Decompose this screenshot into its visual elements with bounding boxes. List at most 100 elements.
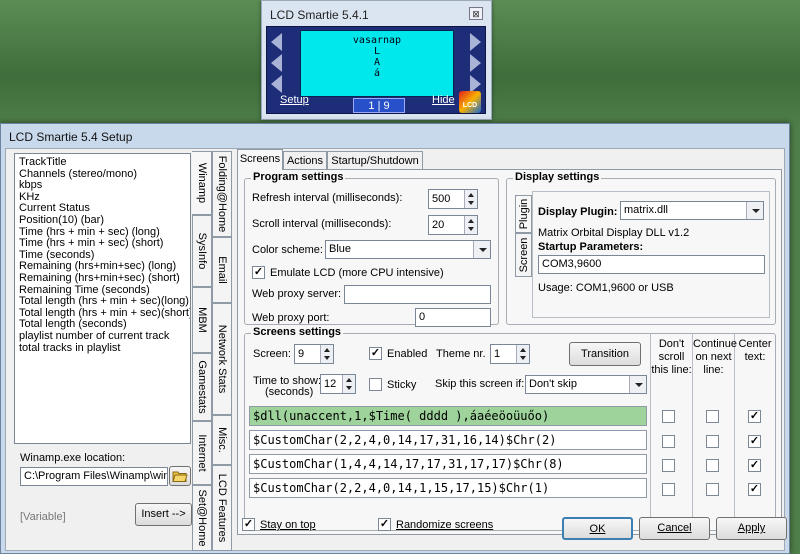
tab-label: Gamestats bbox=[196, 360, 208, 414]
spinner-arrows-icon[interactable] bbox=[516, 345, 529, 363]
screen-line-3[interactable]: $CustomChar(1,4,4,14,17,17,31,17,17)$Chr… bbox=[249, 454, 647, 474]
tab-screen[interactable]: Screen bbox=[515, 233, 532, 277]
usage-hint: Usage: COM1,9600 or USB bbox=[538, 282, 674, 294]
lcd-line: A bbox=[373, 57, 381, 68]
startup-parameters-field[interactable]: COM3,9600 bbox=[538, 255, 765, 274]
chevron-down-icon[interactable] bbox=[746, 202, 763, 219]
list-item[interactable]: Total length (hrs + min + sec)(long) bbox=[19, 296, 190, 308]
screen-line-2[interactable]: $CustomChar(2,2,4,0,14,17,31,16,14)$Chr(… bbox=[249, 430, 647, 450]
sticky-checkbox[interactable] bbox=[369, 378, 382, 391]
spinner-arrows-icon[interactable] bbox=[320, 345, 333, 363]
tab-winamp[interactable]: Winamp bbox=[192, 151, 212, 215]
tab-mbm[interactable]: MBM bbox=[192, 287, 212, 353]
dont-scroll-checkbox[interactable] bbox=[662, 435, 675, 448]
color-scheme-label: Color scheme: bbox=[252, 244, 323, 256]
tab-set-at-home[interactable]: Set@Home bbox=[192, 485, 212, 551]
time-to-show-spinner[interactable]: 12 bbox=[320, 374, 356, 394]
tab-gamestats[interactable]: Gamestats bbox=[192, 353, 212, 421]
dont-scroll-checkbox[interactable] bbox=[662, 410, 675, 423]
list-item[interactable]: TrackTitle bbox=[19, 156, 190, 169]
refresh-interval-label: Refresh interval (milliseconds): bbox=[252, 192, 403, 204]
tab-actions[interactable]: Actions bbox=[283, 151, 327, 170]
winamp-location-label: Winamp.exe location: bbox=[20, 452, 126, 464]
theme-number-spinner[interactable]: 1 bbox=[490, 344, 530, 364]
screen-line-4[interactable]: $CustomChar(2,2,4,0,14,1,15,17,15)$Chr(1… bbox=[249, 478, 647, 498]
tab-label: Screen bbox=[517, 237, 530, 273]
previous-line-icon[interactable] bbox=[271, 54, 282, 72]
list-item[interactable]: Channels (stereo/mono) bbox=[19, 168, 190, 181]
tab-label: Internet bbox=[196, 434, 208, 472]
color-scheme-select[interactable]: Blue bbox=[325, 240, 491, 259]
enabled-checkbox[interactable]: ✓ bbox=[369, 347, 382, 360]
web-proxy-port-field[interactable]: 0 bbox=[415, 308, 491, 327]
continue-next-line-checkbox[interactable] bbox=[706, 483, 719, 496]
list-item[interactable]: Remaining (hrs+min+sec) (short) bbox=[19, 272, 190, 285]
lcd-line: á bbox=[373, 68, 381, 79]
web-proxy-server-field[interactable] bbox=[344, 285, 491, 304]
time-to-show-unit: (seconds) bbox=[265, 386, 314, 398]
stay-on-top-checkbox[interactable]: ✓ bbox=[242, 518, 255, 531]
setup-button[interactable]: Setup bbox=[280, 94, 309, 106]
scroll-interval-label: Scroll interval (milliseconds): bbox=[252, 218, 392, 230]
randomize-screens-checkbox[interactable]: ✓ bbox=[378, 518, 391, 531]
tab-sysinfo[interactable]: SysInfo bbox=[192, 215, 212, 287]
tab-label: Network Stats bbox=[216, 324, 228, 394]
list-item[interactable]: playlist number of current track bbox=[19, 330, 190, 343]
dont-scroll-checkbox[interactable] bbox=[662, 459, 675, 472]
list-item[interactable]: Position(10) (bar) bbox=[19, 214, 190, 227]
next-line-icon[interactable] bbox=[470, 33, 481, 51]
tab-misc[interactable]: Misc. bbox=[212, 415, 232, 465]
cancel-button[interactable]: Cancel bbox=[639, 517, 710, 540]
plugin-description: Matrix Orbital Display DLL v1.2 bbox=[538, 227, 690, 239]
list-item[interactable]: Time (hrs + min + sec) (short) bbox=[19, 238, 190, 250]
previous-line-icon[interactable] bbox=[271, 75, 282, 93]
emulate-lcd-checkbox[interactable]: ✓ bbox=[252, 266, 265, 279]
hide-button[interactable]: Hide bbox=[432, 94, 455, 106]
spinner-arrows-icon[interactable] bbox=[342, 375, 355, 393]
apply-button[interactable]: Apply bbox=[716, 517, 787, 540]
transition-button[interactable]: Transition bbox=[569, 342, 641, 366]
chevron-down-icon[interactable] bbox=[629, 376, 646, 393]
tab-startup-shutdown[interactable]: Startup/Shutdown bbox=[327, 151, 423, 170]
tab-network-stats[interactable]: Network Stats bbox=[212, 303, 232, 415]
setup-window: LCD Smartie 5.4 Setup TrackTitle Channel… bbox=[0, 123, 790, 554]
tab-plugin[interactable]: Plugin bbox=[515, 195, 532, 233]
center-text-checkbox[interactable]: ✓ bbox=[748, 410, 761, 423]
previous-line-icon[interactable] bbox=[271, 33, 282, 51]
chevron-down-icon[interactable] bbox=[473, 241, 490, 258]
continue-next-line-checkbox[interactable] bbox=[706, 459, 719, 472]
continue-next-line-checkbox[interactable] bbox=[706, 410, 719, 423]
screen-line-1[interactable]: $dll(unaccent,1,$Time( dddd ),áaéeöoüuőo… bbox=[249, 406, 647, 426]
center-text-checkbox[interactable]: ✓ bbox=[748, 483, 761, 496]
tab-internet[interactable]: Internet bbox=[192, 421, 212, 485]
group-title: Screens settings bbox=[251, 326, 344, 338]
close-icon[interactable]: ⊠ bbox=[469, 7, 483, 20]
center-text-checkbox[interactable]: ✓ bbox=[748, 459, 761, 472]
tab-folding-at-home[interactable]: Folding@Home bbox=[212, 151, 232, 237]
lcd-line: L bbox=[373, 46, 381, 57]
tab-screens[interactable]: Screens bbox=[237, 149, 283, 170]
dont-scroll-checkbox[interactable] bbox=[662, 483, 675, 496]
tab-label: Winamp bbox=[195, 162, 208, 204]
display-plugin-select[interactable]: matrix.dll bbox=[620, 201, 764, 220]
refresh-interval-spinner[interactable]: 500 bbox=[428, 189, 478, 209]
next-line-icon[interactable] bbox=[470, 54, 481, 72]
winamp-path-field[interactable]: C:\Program Files\Winamp\winamp.exe bbox=[20, 467, 168, 486]
list-item[interactable]: total tracks in playlist bbox=[19, 342, 190, 355]
skip-screen-select[interactable]: Don't skip bbox=[525, 375, 647, 394]
continue-next-line-checkbox[interactable] bbox=[706, 435, 719, 448]
tab-email[interactable]: Email bbox=[212, 237, 232, 303]
spinner-arrows-icon[interactable] bbox=[464, 216, 477, 234]
insert-button[interactable]: Insert --> bbox=[135, 503, 192, 526]
spinner-arrows-icon[interactable] bbox=[464, 190, 477, 208]
variable-list[interactable]: TrackTitle Channels (stereo/mono) kbps K… bbox=[14, 153, 191, 444]
tab-lcd-features[interactable]: LCD Features bbox=[212, 465, 232, 551]
list-item[interactable]: kbps bbox=[19, 180, 190, 192]
scroll-interval-spinner[interactable]: 20 bbox=[428, 215, 478, 235]
browse-button[interactable] bbox=[169, 466, 191, 486]
screen-number-spinner[interactable]: 9 bbox=[294, 344, 334, 364]
center-text-checkbox[interactable]: ✓ bbox=[748, 435, 761, 448]
ok-button[interactable]: OK bbox=[562, 517, 633, 540]
tab-label: LCD Features bbox=[216, 473, 228, 543]
lcd-line: vasarnap bbox=[352, 35, 402, 46]
